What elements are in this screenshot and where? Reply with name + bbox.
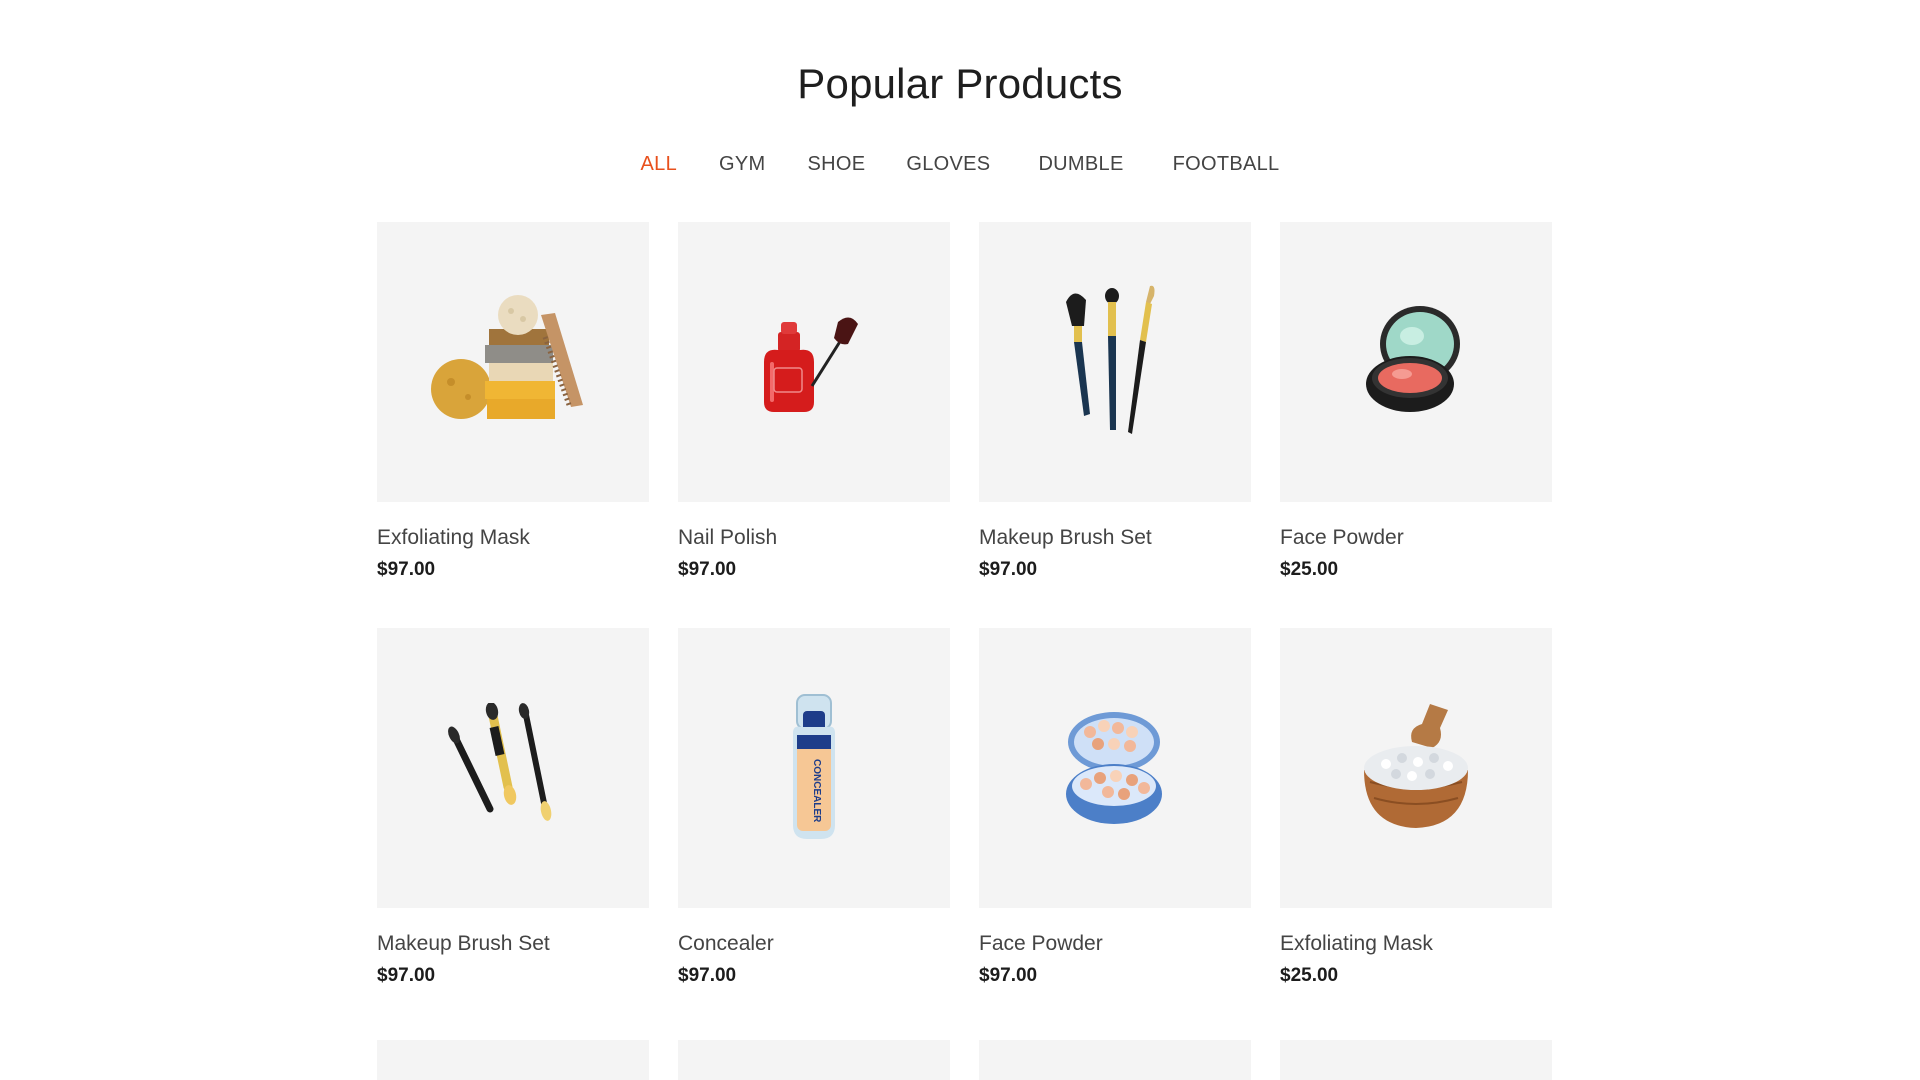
product-name[interactable]: Makeup Brush Set — [377, 932, 649, 956]
product-name[interactable]: Makeup Brush Set — [979, 526, 1251, 550]
popular-products-page: Popular Products ALL GYM SHOE GLOVES DUM… — [0, 0, 1920, 1080]
product-image[interactable] — [377, 628, 649, 908]
concealer-bottle-icon: CONCEALER — [793, 694, 835, 839]
product-card[interactable]: Face Powder $25.00 — [1280, 222, 1552, 628]
filter-tabs: ALL GYM SHOE GLOVES DUMBLE FOOTBALL — [0, 153, 1920, 176]
product-price: $97.00 — [377, 965, 436, 986]
product-image[interactable] — [1280, 628, 1552, 908]
filter-tab-football[interactable]: FOOTBALL — [1152, 153, 1301, 176]
product-price: $97.00 — [377, 559, 436, 580]
product-image[interactable] — [377, 1040, 649, 1080]
product-card[interactable]: Exfoliating Mask $25.00 — [1280, 628, 1552, 1034]
product-name[interactable]: Exfoliating Mask — [1280, 932, 1552, 956]
product-card[interactable]: CONCEALER Concealer $97.00 — [678, 628, 950, 1034]
filter-tab-dumble[interactable]: DUMBLE — [1014, 153, 1151, 176]
product-price: $25.00 — [1280, 559, 1339, 580]
product-image[interactable] — [1280, 1040, 1552, 1080]
nail-polish-icon — [764, 317, 858, 412]
product-card[interactable]: Nail Polish $97.00 — [678, 222, 950, 628]
product-name[interactable]: Nail Polish — [678, 526, 950, 550]
product-price: $97.00 — [979, 559, 1038, 580]
filter-tab-all[interactable]: ALL — [620, 153, 699, 176]
product-name[interactable]: Exfoliating Mask — [377, 526, 649, 550]
soap-stack-icon — [431, 295, 583, 419]
product-image[interactable] — [678, 222, 950, 502]
product-price: $25.00 — [1280, 965, 1339, 986]
powder-pearls-icon — [1066, 712, 1162, 824]
section-title: Popular Products — [797, 60, 1123, 107]
product-image[interactable]: CONCEALER — [678, 628, 950, 908]
product-grid: Exfoliating Mask $97.00 Nail Polish $97.… — [377, 222, 1555, 1080]
product-card[interactable] — [1280, 1040, 1552, 1080]
filter-tab-shoe[interactable]: SHOE — [786, 153, 886, 176]
product-image[interactable] — [979, 222, 1251, 502]
filter-tab-gym[interactable]: GYM — [698, 153, 786, 176]
product-image[interactable] — [678, 1040, 950, 1080]
makeup-brushes-icon — [1066, 285, 1155, 434]
product-card[interactable]: Exfoliating Mask $97.00 — [377, 222, 649, 628]
product-price: $97.00 — [678, 559, 737, 580]
product-name[interactable]: Face Powder — [1280, 526, 1552, 550]
product-name[interactable]: Concealer — [678, 932, 950, 956]
product-image[interactable] — [979, 1040, 1251, 1080]
product-name[interactable]: Face Powder — [979, 932, 1251, 956]
product-image[interactable] — [979, 628, 1251, 908]
filter-tab-gloves[interactable]: GLOVES — [886, 153, 1014, 176]
bath-salt-bowl-icon — [1364, 704, 1468, 828]
compact-powder-icon — [1366, 306, 1460, 412]
product-price: $97.00 — [979, 965, 1038, 986]
product-image[interactable] — [1280, 222, 1552, 502]
product-card[interactable] — [979, 1040, 1251, 1080]
product-price: $97.00 — [678, 965, 737, 986]
eyeshadow-applicators-icon — [448, 703, 552, 821]
product-card[interactable] — [678, 1040, 950, 1080]
concealer-label-text: CONCEALER — [811, 759, 822, 823]
product-image[interactable] — [377, 222, 649, 502]
product-card[interactable]: Face Powder $97.00 — [979, 628, 1251, 1034]
product-card[interactable]: Makeup Brush Set $97.00 — [377, 628, 649, 1034]
product-card[interactable]: Makeup Brush Set $97.00 — [979, 222, 1251, 628]
product-card[interactable] — [377, 1040, 649, 1080]
